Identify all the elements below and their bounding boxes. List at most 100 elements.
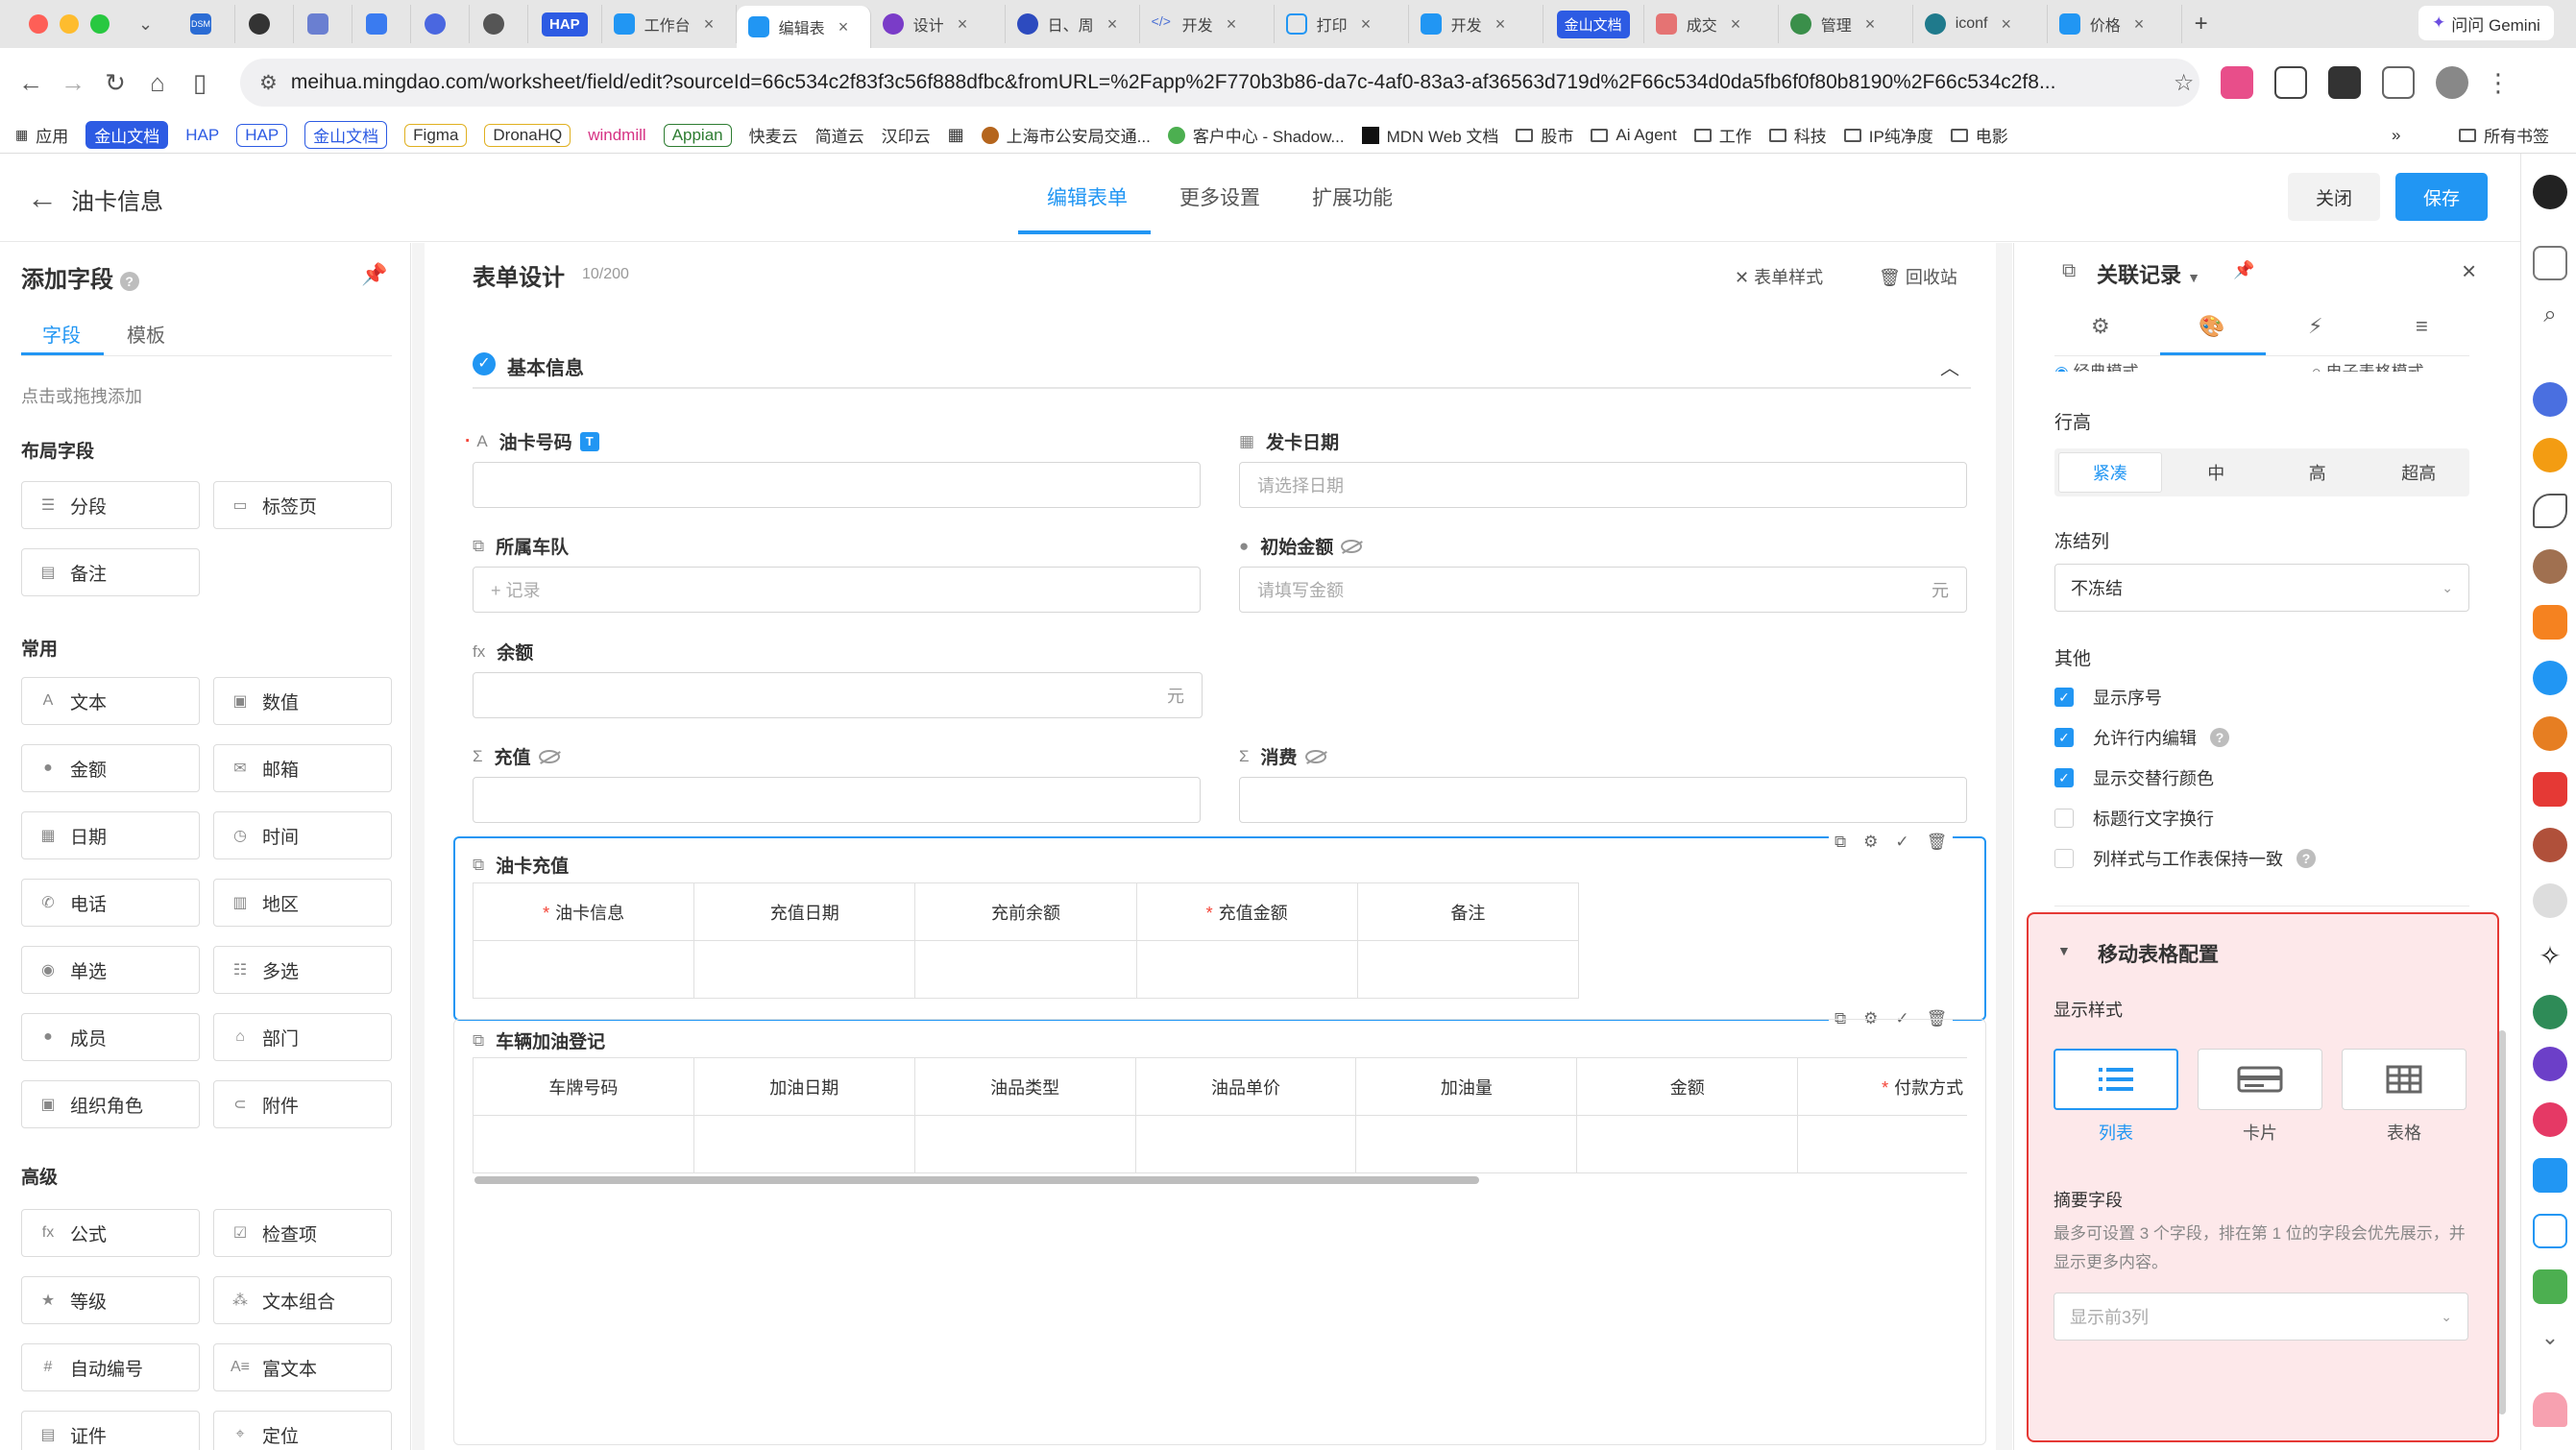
tab-pinned-dsm[interactable]: DSM [177, 5, 235, 43]
field-attachment-button[interactable]: ⊂ 附件 [213, 1080, 392, 1128]
field-department-button[interactable]: ⌂ 部门 [213, 1013, 392, 1061]
bookmark-windmill[interactable]: windmill [588, 126, 645, 145]
panel-scrollbar[interactable] [2498, 1030, 2506, 1414]
tab-day-week[interactable]: 日、周 × [1006, 5, 1140, 43]
row-height-medium[interactable]: 中 [2166, 448, 2268, 496]
bookmark-folder-work[interactable]: 工作 [1693, 123, 1752, 147]
tab-dev-2[interactable]: 开发 × [1409, 5, 1543, 43]
profile-app-icon[interactable] [2533, 549, 2567, 584]
bookmark-mdn[interactable]: MDN Web 文档 [1361, 123, 1498, 147]
close-tab-icon[interactable]: × [958, 14, 968, 35]
copy-icon[interactable]: ⧉ [1835, 833, 1846, 852]
style-list-option[interactable] [2054, 1049, 2178, 1110]
settings-tab-icon[interactable]: ⚙ [2091, 314, 2110, 339]
chevron-up-icon[interactable]: ︿ [1940, 352, 1959, 380]
field-location-button[interactable]: ⌖ 定位 [213, 1411, 392, 1450]
bookmark-hap[interactable]: HAP [185, 126, 219, 145]
bookmark-jiandaoyun[interactable]: 简道云 [815, 123, 864, 147]
tab-pinned-2[interactable] [235, 5, 294, 43]
field-rating-button[interactable]: ★ 等级 [21, 1276, 200, 1324]
column-header[interactable]: 车牌号码 [473, 1057, 694, 1116]
column-header[interactable]: 充值日期 [693, 882, 916, 941]
close-window-button[interactable] [29, 14, 48, 34]
ai-app-icon[interactable] [2533, 1047, 2567, 1081]
close-icon[interactable]: × [2462, 256, 2476, 286]
field-section-button[interactable]: ☰ 分段 [21, 481, 200, 529]
save-button[interactable]: 保存 [2395, 173, 2488, 221]
field-autonumber-button[interactable]: # 自动编号 [21, 1343, 200, 1391]
screenshot-icon[interactable] [2274, 66, 2307, 99]
bookmark-kingsoft-2[interactable]: 金山文档 [304, 121, 388, 149]
column-header[interactable]: 充前余额 [914, 882, 1137, 941]
bookmark-hanyin[interactable]: 汉印云 [882, 123, 931, 147]
tab-dev[interactable]: </> 开发 × [1140, 5, 1275, 43]
tab-pinned-6[interactable] [470, 5, 528, 43]
option-alternate-row-color[interactable]: ✓ 显示交替行颜色 [2054, 765, 2214, 790]
close-tab-icon[interactable]: × [1731, 14, 1741, 35]
bookmark-folder-stocks[interactable]: 股市 [1516, 123, 1573, 147]
green-doc-app-icon[interactable] [2533, 1269, 2567, 1304]
field-formula-button[interactable]: fx 公式 [21, 1209, 200, 1257]
field-date-button[interactable]: ▦ 日期 [21, 811, 200, 859]
close-tab-icon[interactable]: × [1107, 14, 1118, 35]
site-settings-icon[interactable]: ⚙ [259, 71, 278, 95]
grid-app-icon[interactable] [2533, 605, 2567, 640]
bookmark-shadow[interactable]: 客户中心 - Shadow... [1167, 123, 1345, 147]
sparkle-app-icon[interactable]: ✧ [2533, 939, 2567, 974]
bookmark-figma[interactable]: Figma [404, 123, 468, 147]
minimize-window-button[interactable] [60, 14, 79, 34]
recharge-input[interactable] [473, 777, 1201, 823]
tab-design[interactable]: 设计 × [871, 5, 1006, 43]
code-app-icon[interactable] [2533, 1158, 2567, 1193]
field-number-button[interactable]: ▣ 数值 [213, 677, 392, 725]
settings-icon[interactable]: ⚙ [1863, 833, 1878, 852]
close-tab-icon[interactable]: × [1495, 14, 1506, 35]
bookmark-kuaimai[interactable]: 快麦云 [749, 123, 798, 147]
card-no-input[interactable] [473, 462, 1201, 508]
section-basic-info[interactable]: ✓ 基本信息 ︿ [473, 339, 1971, 389]
help-icon[interactable]: ? [2297, 849, 2316, 868]
tab-kingsoft-docs[interactable]: 金山文档 [1543, 5, 1644, 43]
bookmark-star-icon[interactable]: ☆ [2174, 69, 2195, 97]
tab-pinned-4[interactable] [352, 5, 411, 43]
horizontal-scrollbar[interactable] [474, 1176, 1479, 1184]
option-show-row-number[interactable]: ✓ 显示序号 [2054, 685, 2162, 710]
chat-icon[interactable] [2533, 246, 2567, 280]
extension-icon[interactable] [2221, 66, 2253, 99]
tab-extensions[interactable]: 扩展功能 [1312, 182, 1393, 211]
delete-icon[interactable]: 🗑 [1927, 833, 1948, 852]
option-header-wrap[interactable]: 标题行文字换行 [2054, 806, 2214, 831]
help-icon[interactable]: ? [2210, 728, 2229, 747]
search-icon[interactable]: ⌕ [2533, 302, 2567, 336]
field-tab-page-button[interactable]: ▭ 标签页 [213, 481, 392, 529]
summary-fields-select[interactable]: 显示前3列 ⌄ [2054, 1293, 2468, 1341]
doc-app-icon[interactable] [2533, 1214, 2567, 1248]
message-app-icon[interactable] [2533, 661, 2567, 695]
balance-input[interactable]: 元 [473, 672, 1203, 718]
bookmark-apps[interactable]: ▦ 应用 [15, 123, 68, 147]
column-header[interactable]: * 付款方式 [1797, 1057, 1967, 1116]
sort-tab-icon[interactable]: ≡ [2416, 314, 2428, 339]
extension-icon[interactable] [2328, 66, 2361, 99]
close-button[interactable]: 关闭 [2288, 173, 2380, 221]
bolt-app-icon[interactable] [2533, 382, 2567, 417]
team-relation-input[interactable]: + 记录 [473, 567, 1201, 613]
more-bookmarks-icon[interactable]: » [2392, 126, 2400, 145]
url-field[interactable]: ⚙ meihua.mingdao.com/worksheet/field/edi… [240, 59, 2199, 107]
column-header[interactable]: 油品单价 [1134, 1057, 1357, 1116]
subtable-2-scroll[interactable]: 车牌号码 加油日期 油品类型 油品单价 加油量 金额 * 付款方式 [473, 1057, 1967, 1186]
field-text-combine-button[interactable]: ⁂ 文本组合 [213, 1276, 392, 1324]
field-member-button[interactable]: ● 成员 [21, 1013, 200, 1061]
puzzle-icon[interactable] [2382, 66, 2415, 99]
mode-classic-radio[interactable]: ◉ 经典模式 [2054, 358, 2139, 372]
tab-pinned-5[interactable] [411, 5, 470, 43]
cloud-app-icon[interactable] [2533, 494, 2567, 528]
tab-edit-form-view[interactable]: 编辑表单 [1047, 182, 1128, 211]
chevron-down-icon[interactable]: ⌄ [2533, 1325, 2567, 1360]
bookmark-police[interactable]: 上海市公安局交通... [981, 123, 1151, 147]
bookmark-folder-ip[interactable]: IP纯净度 [1843, 123, 1933, 147]
pin-icon[interactable]: 📌 [2233, 260, 2254, 280]
calendar-app-icon[interactable] [2533, 772, 2567, 807]
tab-workbench[interactable]: 工作台 × [602, 5, 737, 43]
recycle-bin-button[interactable]: 🗑 回收站 [1879, 264, 1957, 289]
